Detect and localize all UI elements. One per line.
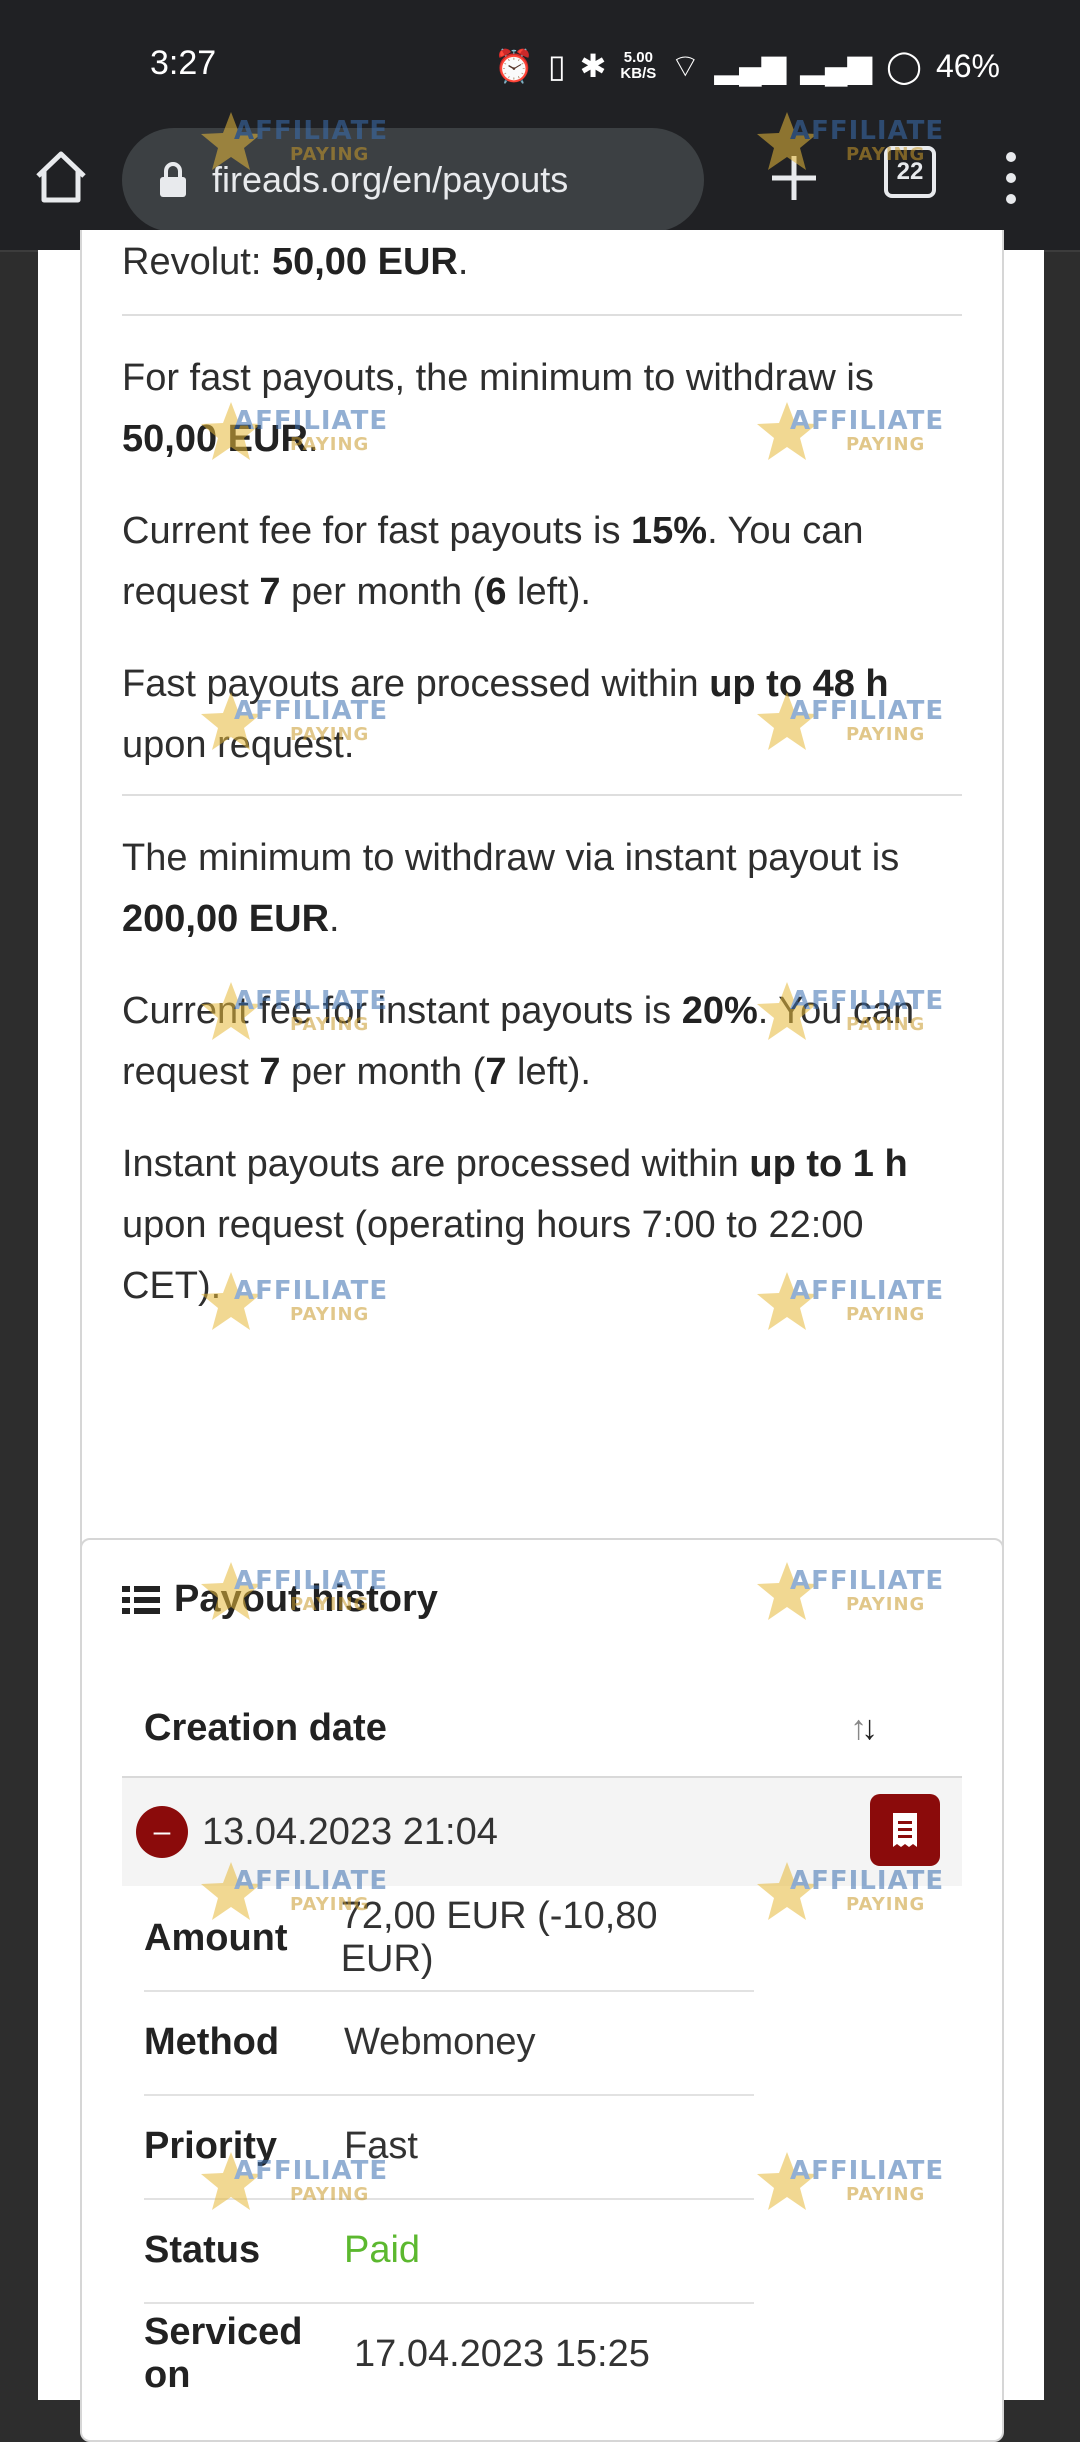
table-row[interactable]: – 13.04.2023 21:04 xyxy=(122,1778,962,1886)
payout-history-title: Payout history xyxy=(174,1578,438,1620)
sort-icon[interactable]: ↑↓ xyxy=(850,1709,878,1748)
bluetooth-icon: ✱ xyxy=(579,48,607,84)
battery-icon: ◯ xyxy=(886,48,922,84)
detail-serviced-on: Serviced on 17.04.2023 15:25 xyxy=(144,2302,754,2406)
page-content: Revolut: 50,00 EUR. For fast payouts, th… xyxy=(38,230,1044,2442)
detail-method: Method Webmoney xyxy=(144,1990,754,2096)
instant-minimum: The minimum to withdraw via instant payo… xyxy=(122,837,900,940)
detail-label: Priority xyxy=(144,2124,278,2167)
instant-fee: Current fee for instant payouts is 20%. … xyxy=(122,990,915,1093)
battery-percent: 46% xyxy=(935,47,1000,84)
detail-value: Webmoney xyxy=(344,2020,536,2063)
list-icon xyxy=(122,1584,160,1616)
status-badge: Paid xyxy=(344,2228,421,2271)
status-time: 3:27 xyxy=(150,44,217,82)
lock-icon xyxy=(160,162,186,197)
detail-status: Status Paid xyxy=(144,2198,754,2304)
fast-processing-time: Fast payouts are processed within up to … xyxy=(122,663,889,766)
alarm-icon: ⏰ xyxy=(494,48,534,84)
detail-priority: Priority Fast xyxy=(144,2094,754,2200)
network-speed-value: 5.00 xyxy=(623,49,653,66)
payout-history-card: Payout history Creation date ↑↓ – 13.04.… xyxy=(80,1538,1004,2442)
detail-label: Method xyxy=(144,2020,280,2063)
url-text: fireads.org/en/payouts xyxy=(212,159,569,200)
instant-processing-time: Instant payouts are processed within up … xyxy=(122,1143,908,1307)
detail-label: Amount xyxy=(144,1916,288,1959)
status-icons: ⏰ ▯ ✱ 5.00 KB/S ⌔ ▂▄▆ ▂▄▆ ◯ 46% xyxy=(494,46,1000,86)
overflow-menu-icon[interactable] xyxy=(996,146,1026,210)
receipt-icon xyxy=(893,1813,917,1847)
card-title: Payout history xyxy=(122,1578,438,1621)
tab-count: 22 xyxy=(896,158,924,185)
home-icon[interactable] xyxy=(30,146,92,208)
collapse-row-button[interactable]: – xyxy=(136,1806,188,1858)
detail-amount: Amount 72,00 EUR (-10,80 EUR) xyxy=(144,1886,754,1992)
fast-fee: Current fee for fast payouts is 15%. You… xyxy=(122,510,864,613)
new-tab-icon[interactable] xyxy=(764,148,824,208)
signal-icon-2: ▂▄▆ xyxy=(800,48,873,84)
revolut-minimum: Revolut: 50,00 EUR. xyxy=(122,241,469,283)
tab-switcher-button[interactable]: 22 xyxy=(884,146,936,198)
detail-value: 17.04.2023 15:25 xyxy=(354,2332,650,2375)
detail-label: Status xyxy=(144,2228,261,2271)
vibrate-icon: ▯ xyxy=(548,48,566,84)
network-speed-unit: KB/S xyxy=(620,65,657,82)
divider xyxy=(122,314,962,316)
row-creation-date: 13.04.2023 21:04 xyxy=(202,1810,498,1853)
network-speed: 5.00 KB/S xyxy=(620,50,656,82)
divider xyxy=(122,794,962,796)
table-header[interactable]: Creation date ↑↓ xyxy=(122,1680,962,1779)
detail-value: 72,00 EUR (-10,80 EUR) xyxy=(340,1895,658,1980)
signal-icon: ▂▄▆ xyxy=(714,48,787,84)
column-creation-date[interactable]: Creation date xyxy=(144,1707,387,1750)
detail-value: Fast xyxy=(344,2124,418,2167)
wifi-icon: ⌔ xyxy=(670,48,701,84)
address-bar[interactable]: fireads.org/en/payouts xyxy=(122,128,704,232)
receipt-button[interactable] xyxy=(870,1794,940,1866)
payout-info-card: Revolut: 50,00 EUR. For fast payouts, th… xyxy=(80,230,1004,1706)
detail-label: Serviced on xyxy=(144,2311,303,2396)
fast-minimum: For fast payouts, the minimum to withdra… xyxy=(122,357,874,460)
